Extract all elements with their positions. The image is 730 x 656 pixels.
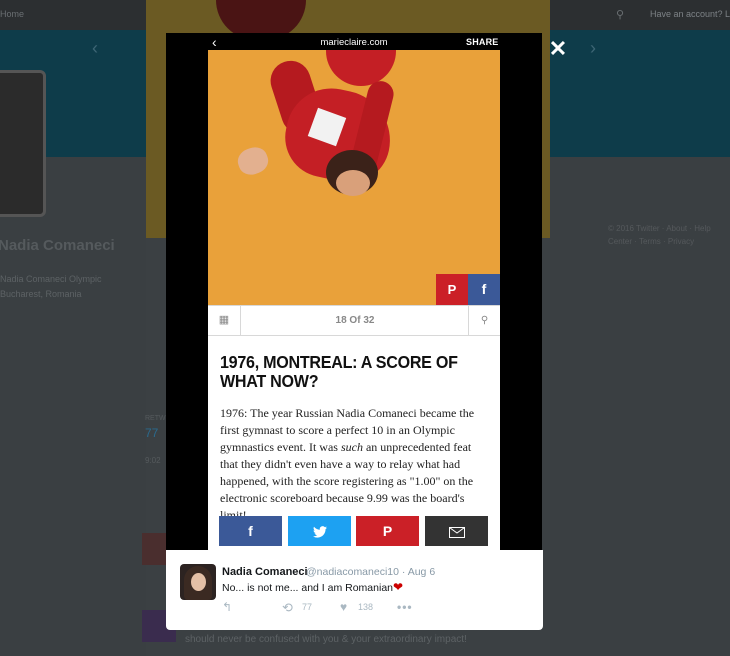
bg-time: 9:02 — [145, 456, 161, 465]
media-embed: ‹ marieclaire.com SHARE P f ▦ 18 Of 32 ⚲… — [166, 33, 542, 550]
close-button[interactable]: ✕ — [548, 38, 568, 60]
like-count: 138 — [358, 602, 374, 612]
slide-counter: 18 Of 32 — [335, 315, 375, 326]
heart-emoji-icon: ❤ — [393, 580, 404, 594]
grid-icon[interactable]: ▦ — [208, 306, 241, 335]
tweet-text: No... is not me... and I am Romanian❤ — [222, 580, 403, 594]
bg-footer-line: Center · Terms · Privacy — [608, 237, 695, 246]
facebook-button[interactable]: f — [219, 516, 282, 546]
pinterest-button[interactable]: P — [356, 516, 419, 546]
avatar[interactable] — [180, 564, 216, 600]
twitter-bird-icon — [312, 526, 327, 538]
search-icon: ⚲ — [616, 9, 625, 21]
retweet-icon[interactable]: ⟲ — [282, 600, 293, 616]
body-emphasis: such — [340, 440, 363, 454]
bg-home-link: Home — [0, 9, 25, 19]
tweet-author-handle[interactable]: @nadiacomaneci10 · Aug 6 — [306, 566, 435, 578]
tweet-text-body: No... is not me... and I am Romanian — [222, 582, 393, 594]
bg-bio-line: Nadia Comaneci Olympic — [0, 274, 102, 284]
facebook-share-button[interactable]: f — [468, 274, 500, 305]
retweet-count: 77 — [302, 602, 313, 612]
bg-profile-avatar — [0, 70, 46, 217]
chevron-left-icon: ‹ — [92, 38, 98, 58]
more-icon[interactable]: ••• — [397, 600, 413, 614]
bg-bio-line: Bucharest, Romania — [0, 289, 82, 299]
gymnast-photo — [208, 50, 500, 305]
zoom-icon[interactable]: ⚲ — [468, 306, 500, 335]
bg-profile-bio: Nadia Comaneci Olympic Bucharest, Romani… — [0, 272, 102, 302]
embed-header: ‹ marieclaire.com SHARE — [166, 33, 542, 51]
article-headline: 1976, MONTREAL: A SCORE OF WHAT NOW? — [220, 352, 458, 391]
email-button[interactable] — [425, 516, 488, 546]
tweet-card: Nadia Comaneci @nadiacomaneci10 · Aug 6 … — [166, 550, 543, 630]
share-button[interactable]: SHARE — [466, 37, 499, 47]
gallery-bar: ▦ 18 Of 32 ⚲ — [208, 305, 500, 336]
bg-profile-name: Nadia Comaneci — [0, 237, 115, 254]
article-body: 1976: The year Russian Nadia Comaneci be… — [220, 405, 492, 524]
bg-footer-line: © 2016 Twitter · About · Help — [608, 224, 711, 233]
bg-tweet-avatar — [142, 533, 166, 565]
envelope-icon — [448, 526, 465, 538]
article-content: 1976, MONTREAL: A SCORE OF WHAT NOW? 197… — [220, 353, 492, 524]
tweet-author-name[interactable]: Nadia Comaneci — [222, 566, 308, 578]
bg-account-prompt: Have an account? Log in — [650, 9, 730, 19]
article-page: P f ▦ 18 Of 32 ⚲ 1976, MONTREAL: A SCORE… — [208, 50, 500, 550]
chevron-right-icon: › — [590, 38, 596, 58]
share-row: f P — [219, 516, 491, 547]
reply-icon[interactable]: ↰ — [222, 600, 232, 614]
pinterest-share-button[interactable]: P — [436, 274, 468, 305]
twitter-button[interactable] — [288, 516, 351, 546]
bg-footer-links: © 2016 Twitter · About · Help Center · T… — [608, 222, 711, 248]
bg-stat-value: 77 — [145, 426, 159, 440]
like-icon[interactable]: ♥ — [340, 600, 347, 614]
bg-tweet-text: should never be confused with you & your… — [185, 634, 467, 645]
